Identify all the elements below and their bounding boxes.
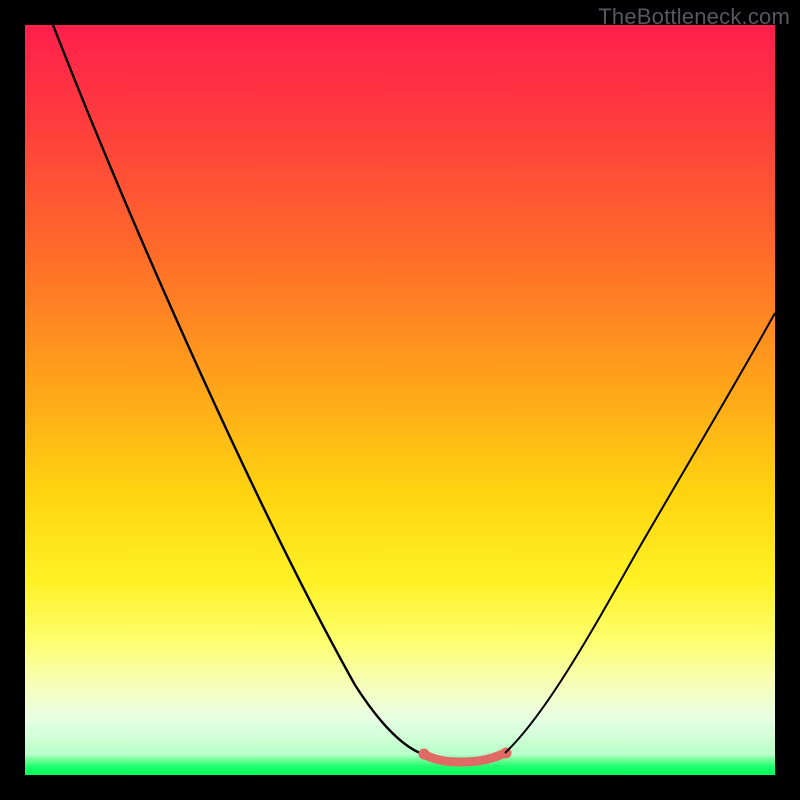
chart-frame: TheBottleneck.com: [0, 0, 800, 800]
curve-left-branch: [53, 25, 425, 755]
bottleneck-curve: [25, 25, 775, 775]
curve-right-branch: [505, 313, 775, 753]
trough-knob-left: [419, 749, 430, 760]
curve-trough-highlight: [423, 753, 505, 762]
plot-area: [25, 25, 775, 775]
